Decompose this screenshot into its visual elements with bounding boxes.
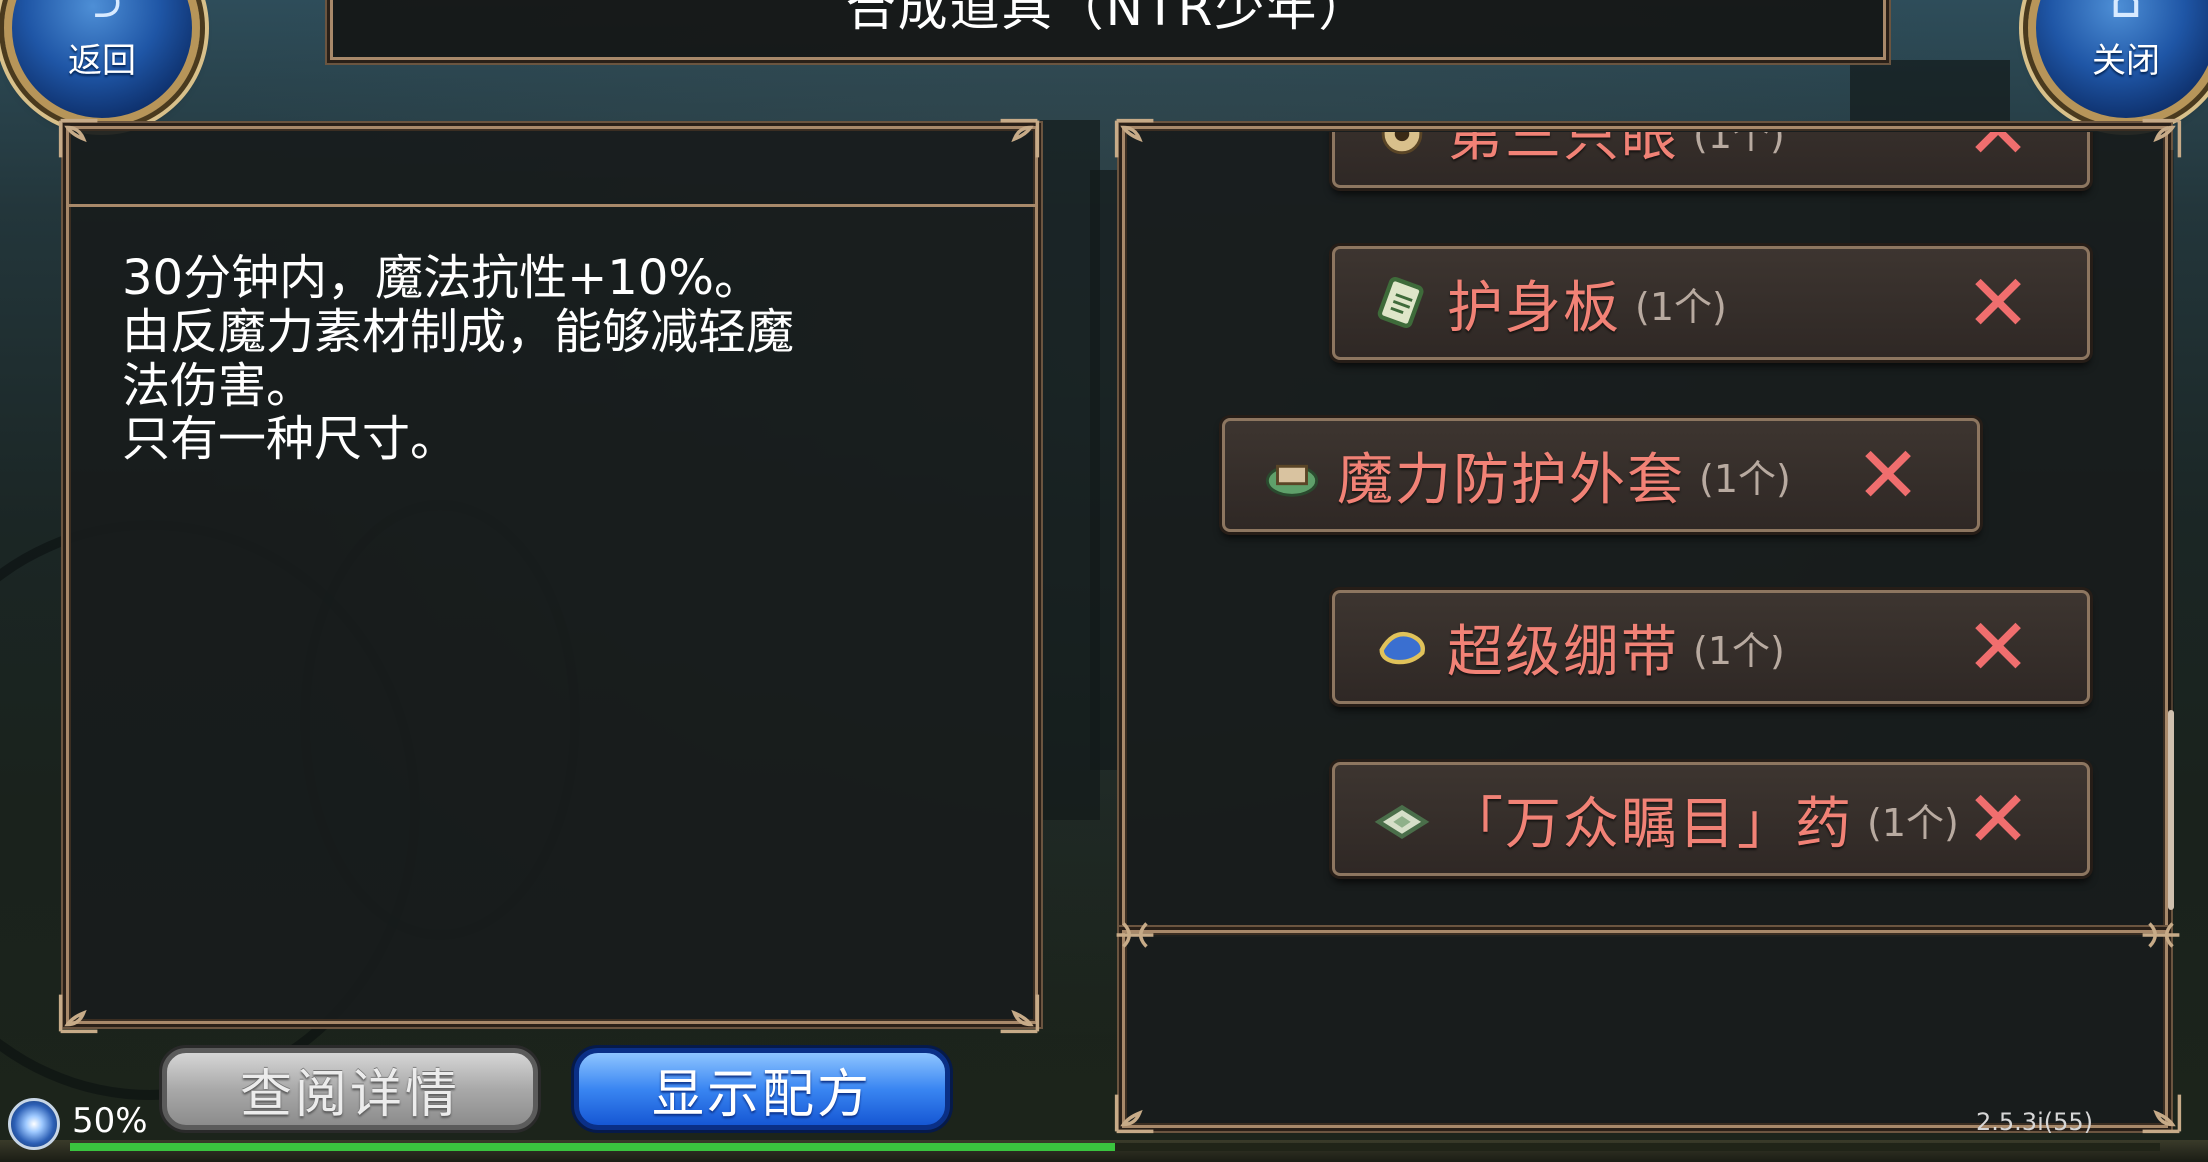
ornament-corner-icon — [996, 116, 1042, 162]
eye-icon — [1371, 132, 1433, 162]
item-description: 30分钟内，魔法抗性+10%。 由反魔力素材制成，能够减轻魔 法伤害。 只有一种… — [122, 250, 795, 468]
coat-icon — [1261, 444, 1323, 506]
remove-x-icon[interactable]: ✕ — [1965, 609, 2031, 687]
ornament-corner-icon — [996, 990, 1042, 1036]
remove-x-icon[interactable]: ✕ — [1965, 132, 2031, 171]
home-icon: ⌂ — [2110, 0, 2142, 29]
remove-x-icon[interactable]: ✕ — [1965, 265, 2031, 343]
download-progress-fill — [70, 1143, 1115, 1151]
item-count: (1个) — [1699, 456, 1791, 501]
item-name: 第三只眼 — [1447, 132, 1679, 169]
materials-scrollbar[interactable] — [2168, 150, 2174, 910]
item-name: 超级绷带 — [1447, 619, 1679, 685]
back-arrow-icon: ⮌ — [81, 0, 123, 29]
list-item[interactable]: 超级绷带 (1个) ✕ — [1332, 590, 2090, 704]
medicine-icon — [1371, 788, 1433, 850]
show-recipe-button[interactable]: 显示配方 — [574, 1048, 950, 1130]
close-label: 关闭 — [2092, 41, 2160, 81]
ornament-corner-icon — [1112, 1090, 1158, 1136]
item-count: (1个) — [1693, 132, 1785, 157]
scroll-icon — [1371, 272, 1433, 334]
materials-list[interactable]: 第三只眼 (1个) ✕ 护身板 (1个) ✕ 魔力防护外套 (1个) ✕ 超级绷… — [1128, 132, 2160, 922]
view-details-button[interactable]: 查阅详情 — [162, 1048, 538, 1130]
item-count: (1个) — [1693, 628, 1785, 673]
item-name: 护身板 — [1447, 275, 1621, 341]
scrollbar-thumb[interactable] — [2168, 710, 2174, 910]
back-label: 返回 — [68, 41, 136, 81]
page-title: 合成道具（NTR少年） — [845, 0, 1371, 37]
remove-x-icon[interactable]: ✕ — [1965, 781, 2031, 859]
item-count: (1个) — [1635, 284, 1727, 329]
loading-orb-icon — [8, 1098, 60, 1150]
panel-divider — [66, 204, 1038, 207]
ornament-corner-icon — [56, 116, 102, 162]
remove-x-icon[interactable]: ✕ — [1855, 437, 1921, 515]
title-bar: 合成道具（NTR少年） — [330, 0, 1886, 60]
item-name: 「万众瞩目」药 — [1447, 791, 1853, 857]
download-progress-bar — [70, 1143, 2160, 1151]
item-count: (1个) — [1867, 800, 1959, 845]
bandage-icon — [1371, 616, 1433, 678]
version-label: 2.5.3i(55) — [1976, 1108, 2093, 1136]
list-item[interactable]: 「万众瞩目」药 (1个) ✕ — [1332, 762, 2090, 876]
item-name: 魔力防护外套 — [1337, 447, 1685, 513]
list-item[interactable]: 第三只眼 (1个) ✕ — [1332, 132, 2090, 188]
ornament-corner-icon — [2138, 1090, 2184, 1136]
list-item[interactable]: 护身板 (1个) ✕ — [1332, 246, 2090, 360]
ornament-corner-icon — [56, 990, 102, 1036]
progress-percent: 50% — [72, 1101, 148, 1141]
list-item[interactable]: 魔力防护外套 (1个) ✕ — [1222, 418, 1980, 532]
result-panel — [1122, 930, 2168, 1128]
